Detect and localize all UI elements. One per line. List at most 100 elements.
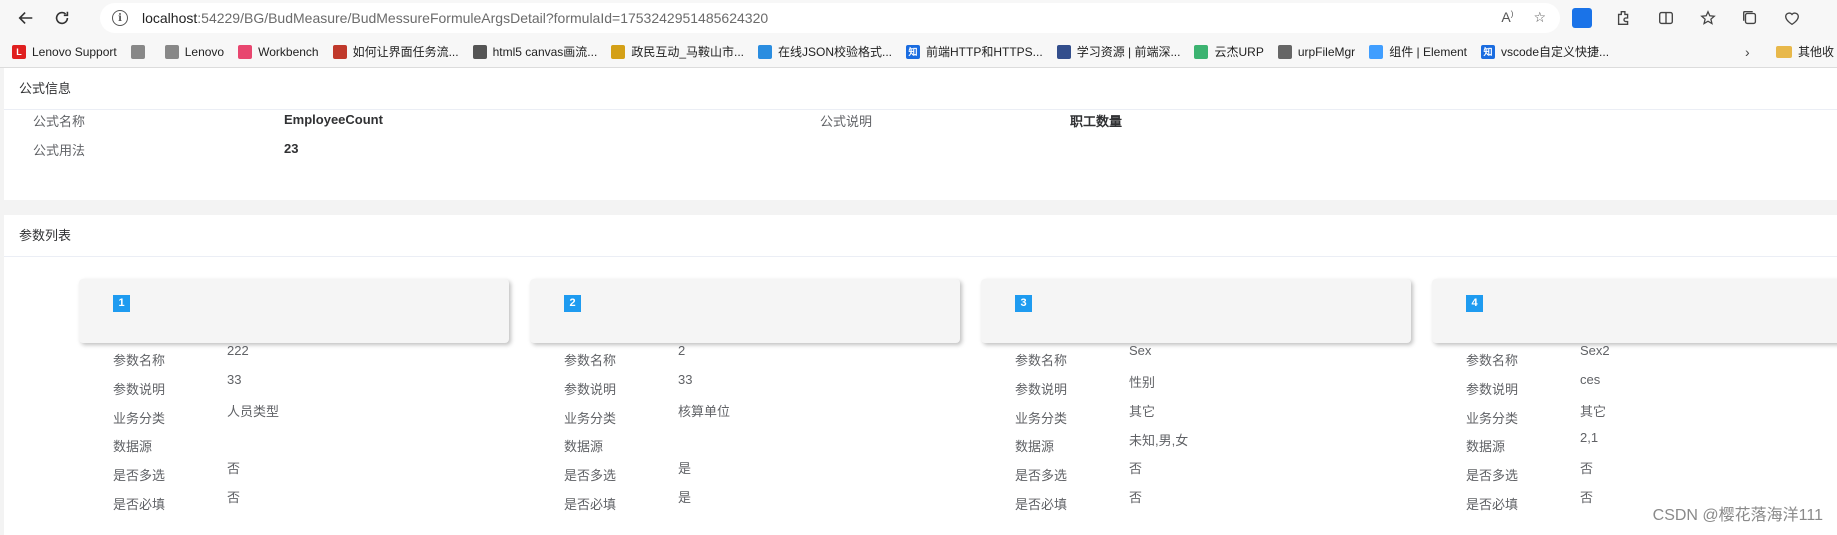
watermark: CSDN @樱花落海洋111 bbox=[1652, 507, 1823, 524]
param-field-label: 参数说明 bbox=[1015, 382, 1068, 397]
param-field-label: 是否多选 bbox=[113, 468, 166, 483]
collections-icon[interactable] bbox=[1736, 4, 1764, 32]
bookmark-favicon-icon bbox=[238, 44, 253, 59]
param-card: 2 bbox=[530, 279, 960, 343]
info-icon[interactable]: i bbox=[112, 10, 128, 26]
bookmark-favicon-icon bbox=[130, 44, 145, 59]
param-card-header: 3 bbox=[981, 279, 1411, 343]
bookmark-label: 前端HTTP和HTTPS... bbox=[926, 45, 1043, 59]
param-field-value: ces bbox=[1580, 372, 1601, 387]
param-field-value: 33 bbox=[678, 372, 693, 387]
bookmark-favicon-icon bbox=[1194, 44, 1209, 59]
bookmark-label: 学习资源 | 前端深... bbox=[1076, 45, 1181, 59]
extensions-icon[interactable] bbox=[1610, 4, 1638, 32]
reload-button[interactable] bbox=[44, 2, 80, 34]
read-aloud-icon[interactable]: A) bbox=[1501, 9, 1513, 26]
param-field-value: 否 bbox=[1129, 461, 1143, 476]
bookmark-label: 政民互动_马鞍山市... bbox=[631, 45, 744, 59]
param-field-label: 业务分类 bbox=[113, 411, 166, 426]
param-field-label: 数据源 bbox=[1015, 439, 1055, 454]
params-title: 参数列表 bbox=[4, 215, 1837, 257]
param-field-value: 33 bbox=[227, 372, 242, 387]
address-bar[interactable]: i localhost:54229/BG/BudMeasure/BudMessu… bbox=[100, 3, 1560, 33]
bookmark-favicon-icon: L bbox=[12, 44, 26, 59]
bookmark-item[interactable]: html5 canvas画流... bbox=[472, 43, 598, 60]
param-field-label: 参数说明 bbox=[113, 382, 166, 397]
bookmark-favicon-icon bbox=[332, 44, 347, 59]
bookmark-item[interactable]: 知 vscode自定义快捷... bbox=[1481, 43, 1609, 60]
bookmark-item[interactable]: 政民互动_马鞍山市... bbox=[611, 43, 744, 60]
bookmark-label: 如何让界面任务流... bbox=[352, 45, 459, 59]
bookmark-favicon-icon bbox=[1056, 44, 1071, 59]
param-field-value: 222 bbox=[227, 343, 249, 358]
other-bookmarks-folder[interactable]: 其他收 bbox=[1776, 43, 1834, 60]
bookmark-item[interactable]: Workbench bbox=[238, 44, 319, 59]
bookmarks-bar: L Lenovo Support Lenovo Workbench 如何让界面任务流..… bbox=[0, 36, 1837, 68]
browser-toolbar: i localhost:54229/BG/BudMeasure/BudMessu… bbox=[0, 0, 1837, 36]
bookmark-label: html5 canvas画流... bbox=[492, 45, 598, 59]
param-card: 4 bbox=[1432, 279, 1837, 343]
bookmark-item[interactable]: 在线JSON校验格式... bbox=[758, 43, 892, 60]
bookmark-label: Lenovo Support bbox=[32, 44, 117, 59]
favorites-icon[interactable] bbox=[1694, 4, 1722, 32]
bookmark-label: 组件 | Element bbox=[1389, 45, 1467, 59]
param-index-badge: 4 bbox=[1466, 295, 1483, 312]
bookmark-favicon-icon bbox=[1277, 44, 1292, 59]
param-field-value: 否 bbox=[1129, 490, 1143, 505]
page-content: 公式信息 公式名称 EmployeeCount 公式说明 职工数量 公式用法 2… bbox=[4, 68, 1837, 535]
param-field-value: 其它 bbox=[1580, 404, 1607, 419]
bookmark-item[interactable]: L Lenovo Support bbox=[12, 44, 117, 59]
bookmark-item[interactable] bbox=[130, 44, 151, 59]
param-index-badge: 1 bbox=[113, 295, 130, 312]
performance-icon[interactable] bbox=[1778, 4, 1806, 32]
param-card: 1 bbox=[79, 279, 509, 343]
bookmark-item[interactable]: urpFileMgr bbox=[1277, 44, 1355, 59]
param-field-value: 核算单位 bbox=[678, 404, 731, 419]
param-field-label: 是否必填 bbox=[113, 497, 166, 512]
param-field-value: 人员类型 bbox=[227, 404, 280, 419]
param-field-label: 参数名称 bbox=[564, 353, 617, 368]
bookmark-label: Workbench bbox=[258, 44, 319, 59]
chevron-right-icon[interactable]: › bbox=[1745, 44, 1750, 60]
bookmark-item[interactable]: 云杰URP bbox=[1194, 43, 1264, 60]
param-card-header: 2 bbox=[530, 279, 960, 343]
bookmark-item[interactable]: 知前端HTTP和HTTPS... bbox=[906, 43, 1043, 60]
formula-info-card: 公式信息 公式名称 EmployeeCount 公式说明 职工数量 公式用法 2… bbox=[4, 68, 1837, 200]
bookmark-item[interactable]: 组件 | Element bbox=[1369, 43, 1467, 60]
param-field-label: 数据源 bbox=[1466, 439, 1506, 454]
param-field-value: 2,1 bbox=[1580, 430, 1599, 445]
back-button[interactable] bbox=[8, 2, 44, 34]
param-field-value: 否 bbox=[1580, 490, 1594, 505]
bookmark-label: vscode自定义快捷... bbox=[1501, 45, 1610, 59]
param-field-label: 数据源 bbox=[564, 439, 604, 454]
param-card: 3 bbox=[981, 279, 1411, 343]
param-field-value: 否 bbox=[1580, 461, 1594, 476]
formula-usage-value: 23 bbox=[284, 141, 299, 156]
bookmark-item[interactable]: 如何让界面任务流... bbox=[332, 43, 459, 60]
bookmark-favicon-icon bbox=[611, 44, 626, 59]
bookmark-favicon-icon: 知 bbox=[906, 44, 921, 59]
param-field-label: 参数名称 bbox=[1466, 353, 1519, 368]
formula-desc-label: 公式说明 bbox=[820, 114, 873, 129]
url-host: localhost bbox=[142, 10, 198, 26]
url-path: :54229/BG/BudMeasure/BudMessureFormuleAr… bbox=[197, 10, 769, 26]
extension-active-icon[interactable] bbox=[1572, 8, 1592, 28]
folder-label: 其他收 bbox=[1798, 45, 1835, 59]
formula-usage-label: 公式用法 bbox=[33, 143, 86, 158]
param-card-header: 1 bbox=[79, 279, 509, 343]
param-field-label: 是否必填 bbox=[1015, 497, 1068, 512]
star-icon[interactable]: ☆ bbox=[1533, 9, 1546, 26]
param-field-value: 是 bbox=[678, 461, 692, 476]
split-screen-icon[interactable] bbox=[1652, 4, 1680, 32]
bookmark-favicon-icon bbox=[758, 44, 772, 59]
bookmark-label: Lenovo bbox=[184, 44, 225, 59]
formula-info-title: 公式信息 bbox=[4, 68, 1837, 110]
param-field-label: 参数说明 bbox=[564, 382, 617, 397]
bookmark-item[interactable]: 学习资源 | 前端深... bbox=[1056, 43, 1181, 60]
params-card: 参数列表 1 参数名称 222 参数说明 33 业务分类 人员类型 数据源 是否多选否是否必填否… bbox=[4, 215, 1837, 535]
bookmark-favicon-icon bbox=[1369, 44, 1384, 59]
param-index-badge: 2 bbox=[564, 295, 581, 312]
param-field-value: 是 bbox=[678, 490, 692, 505]
bookmark-item[interactable]: Lenovo bbox=[164, 44, 225, 59]
param-field-value: 否 bbox=[227, 490, 241, 505]
